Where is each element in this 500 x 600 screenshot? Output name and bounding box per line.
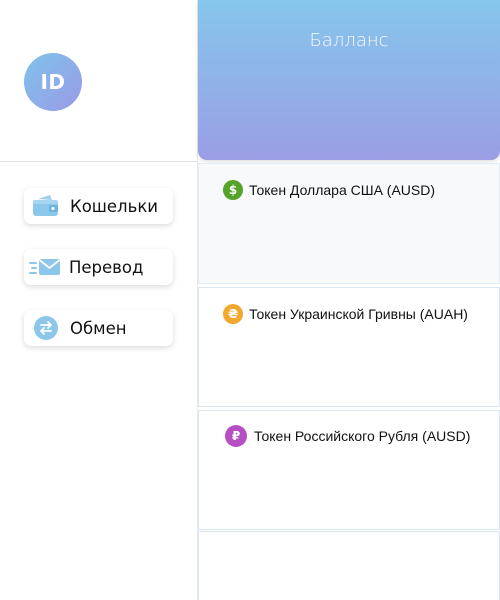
token-name: Токен Доллара США (AUSD) [249, 182, 436, 198]
nav-transfer-button[interactable]: Перевод [24, 249, 173, 285]
nav-transfer-label: Перевод [69, 257, 144, 277]
token-row: $ Токен Доллара США (AUSD) [223, 180, 435, 200]
token-name: Токен Российского Рубля (AUSD) [254, 428, 471, 444]
nav-exchange-button[interactable]: Обмен [24, 310, 173, 346]
balance-title: Балланс [309, 30, 389, 51]
nav-wallets-button[interactable]: Кошельки [24, 188, 173, 224]
nav-exchange-label: Обмен [70, 318, 127, 338]
ruble-icon: ₽ [225, 425, 247, 447]
hryvnia-icon: ₴ [223, 304, 243, 324]
avatar-initials: ID [40, 70, 66, 94]
exchange-icon [34, 316, 58, 340]
nav-wallets-label: Кошельки [70, 196, 159, 216]
avatar[interactable]: ID [24, 53, 82, 111]
token-name: Токен Украинской Гривны (AUAH) [249, 306, 468, 322]
token-card-usd[interactable]: $ Токен Доллара США (AUSD) [198, 163, 500, 284]
token-card-uah[interactable]: ₴ Токен Украинской Гривны (AUAH) [198, 287, 500, 407]
send-mail-icon [29, 257, 61, 277]
profile-section: ID [0, 0, 197, 162]
token-card-empty [198, 531, 500, 600]
dollar-icon: $ [223, 180, 243, 200]
token-row: ₴ Токен Украинской Гривны (AUAH) [223, 304, 468, 324]
balance-header: Балланс [198, 0, 500, 160]
sidebar: ID Кошельки Перевод Обмен [0, 0, 198, 600]
token-row: ₽ Токен Российского Рубля (AUSD) [225, 425, 470, 447]
wallet-icon [32, 194, 60, 218]
token-card-rub[interactable]: ₽ Токен Российского Рубля (AUSD) [198, 410, 500, 530]
